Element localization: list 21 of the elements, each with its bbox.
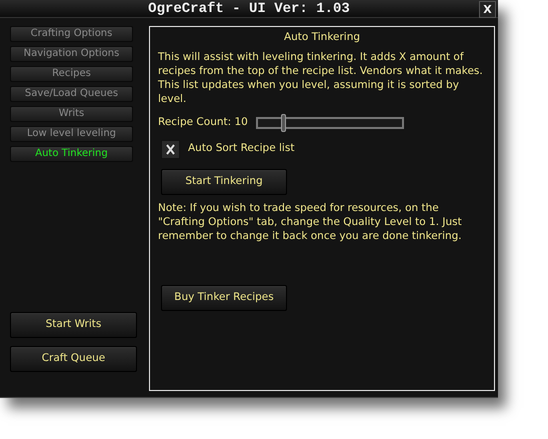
start-tinkering-button[interactable]: Start Tinkering	[161, 168, 287, 194]
note-text: Note: If you wish to trade speed for resources, on the "Crafting Options" tab, change the Quality Level to 1. Just remember to change it back once you are done tinkering.	[158, 200, 463, 242]
panel-title: Auto Tinkering	[282, 30, 362, 45]
sidebar-tab[interactable]: Auto Tinkering	[10, 146, 133, 162]
sidebar-button[interactable]: Craft Queue	[10, 346, 137, 372]
sidebar-tab[interactable]: Crafting Options	[10, 26, 133, 42]
description-text: This will assist with leveling tinkering. It adds X amount of recipes from the top of the recipe list. Vendors what it makes. This list updates when you level, assuming it is sorted by level.	[158, 50, 484, 106]
sidebar-tab[interactable]: Writs	[10, 106, 133, 122]
checkbox[interactable]	[161, 140, 180, 158]
recipe-count-label: Recipe Count: 10	[158, 114, 248, 130]
check-x-icon	[166, 144, 175, 154]
sidebar-tab[interactable]: Low level leveling	[10, 126, 133, 142]
sidebar-tab[interactable]: Save/Load Queues	[10, 86, 133, 102]
sidebar-button[interactable]: Start Writs	[10, 312, 137, 338]
checkbox-label: Auto Sort Recipe list	[188, 141, 294, 156]
slider-thumb[interactable]	[280, 114, 286, 132]
sidebar-tab[interactable]: Recipes	[10, 66, 133, 82]
buy-tinker-recipes-button[interactable]: Buy Tinker Recipes	[161, 284, 287, 310]
sidebar-tab[interactable]: Navigation Options	[10, 46, 133, 62]
window-title: OgreCraft - UI Ver: 1.03	[148, 1, 350, 17]
close-button[interactable]: X	[479, 1, 496, 18]
